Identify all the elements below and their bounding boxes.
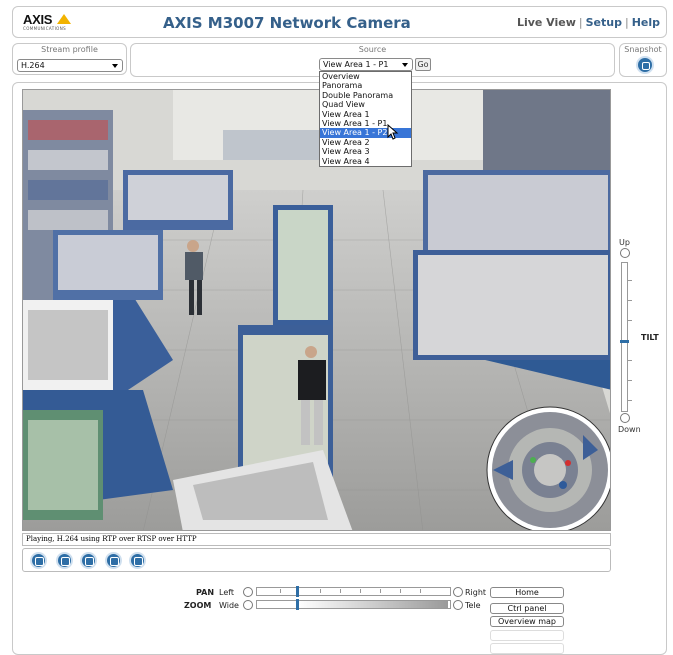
tilt-up-arrow-icon[interactable] — [620, 248, 630, 258]
camera-video-feed[interactable] — [22, 89, 611, 531]
playback-status: Playing, H.264 using RTP over RTSP over … — [22, 533, 611, 546]
record-icon[interactable] — [56, 552, 73, 569]
pan-label: PAN — [196, 588, 215, 597]
camera-icon[interactable] — [636, 56, 654, 74]
snapshot-title: Snapshot — [624, 45, 662, 54]
tilt-slider-thumb[interactable] — [620, 340, 629, 343]
tilt-tick — [628, 360, 632, 361]
source-option[interactable]: Quad View — [320, 100, 411, 109]
tilt-tick — [628, 300, 632, 301]
page-title: AXIS M3007 Network Camera — [163, 14, 411, 32]
source-title: Source — [358, 45, 387, 54]
empty-button-slot — [490, 630, 564, 641]
nav-setup[interactable]: Setup — [586, 16, 622, 29]
logo-tagline: COMMUNICATIONS — [23, 26, 67, 31]
source-value: View Area 1 - P1 — [323, 60, 389, 69]
stream-profile-title: Stream profile — [41, 45, 98, 54]
zoom-slider-thumb[interactable] — [296, 599, 299, 610]
pan-tick — [360, 589, 361, 593]
snapshot-group: Snapshot — [619, 43, 667, 77]
source-option[interactable]: View Area 4 — [320, 157, 411, 166]
tilt-label: TILT — [641, 333, 659, 342]
tilt-tick — [628, 280, 632, 281]
chevron-down-icon — [112, 64, 118, 68]
pan-tick — [320, 589, 321, 593]
pan-left-arrow-icon[interactable] — [243, 587, 253, 597]
source-dropdown-list: Overview Panorama Double Panorama Quad V… — [319, 71, 412, 167]
zoom-out-arrow-icon[interactable] — [243, 600, 253, 610]
pan-tick — [380, 589, 381, 593]
pan-tick — [400, 589, 401, 593]
pan-tick — [420, 589, 421, 593]
fullscreen-icon[interactable] — [80, 552, 97, 569]
pan-slider[interactable] — [256, 587, 451, 596]
mouse-cursor-icon — [387, 124, 399, 140]
stream-profile-value: H.264 — [21, 61, 45, 70]
source-select[interactable]: View Area 1 - P1 — [319, 58, 413, 71]
zoom-tele-label: Tele — [465, 601, 481, 610]
stream-profile-group: Stream profile H.264 — [12, 43, 127, 75]
pan-right-label: Right — [465, 588, 487, 597]
video-toolbar — [22, 548, 611, 572]
nav-live-view[interactable]: Live View — [517, 16, 576, 29]
source-option[interactable]: Double Panorama — [320, 91, 411, 100]
zoom-label: ZOOM — [184, 601, 212, 610]
go-button[interactable]: Go — [415, 58, 431, 71]
audio-icon[interactable] — [129, 552, 146, 569]
empty-button-slot — [490, 643, 564, 654]
tilt-tick — [628, 320, 632, 321]
tilt-tick — [628, 380, 632, 381]
chevron-down-icon — [402, 63, 408, 67]
tilt-up-label: Up — [619, 238, 630, 247]
nav-separator: | — [578, 16, 583, 29]
logo-triangle-icon — [57, 14, 71, 24]
zoom-in-arrow-icon[interactable] — [453, 600, 463, 610]
source-option[interactable]: Panorama — [320, 81, 411, 90]
tilt-slider[interactable] — [621, 262, 628, 412]
source-option[interactable]: View Area 1 — [320, 110, 411, 119]
video-frame-image — [23, 90, 610, 530]
pan-slider-thumb[interactable] — [296, 586, 299, 597]
top-nav: Live View | Setup | Help — [517, 16, 660, 29]
pan-tick — [340, 589, 341, 593]
tilt-down-label: Down — [618, 425, 641, 434]
header: AXIS COMMUNICATIONS AXIS M3007 Network C… — [12, 6, 667, 38]
tilt-down-arrow-icon[interactable] — [620, 413, 630, 423]
nav-help[interactable]: Help — [632, 16, 660, 29]
edit-icon[interactable] — [105, 552, 122, 569]
home-button[interactable]: Home — [490, 587, 564, 598]
zoom-wide-label: Wide — [219, 601, 239, 610]
source-option[interactable]: Overview — [320, 72, 411, 81]
pan-left-label: Left — [219, 588, 235, 597]
source-option[interactable]: View Area 3 — [320, 147, 411, 156]
pan-right-arrow-icon[interactable] — [453, 587, 463, 597]
ctrl-panel-button[interactable]: Ctrl panel — [490, 603, 564, 614]
tilt-tick — [628, 400, 632, 401]
nav-separator: | — [624, 16, 629, 29]
pan-tick — [280, 589, 281, 593]
axis-logo[interactable]: AXIS — [23, 12, 52, 27]
zoom-scale — [298, 601, 448, 608]
stream-profile-select[interactable]: H.264 — [17, 59, 123, 72]
stop-icon[interactable] — [30, 552, 47, 569]
overview-map-button[interactable]: Overview map — [490, 616, 564, 627]
